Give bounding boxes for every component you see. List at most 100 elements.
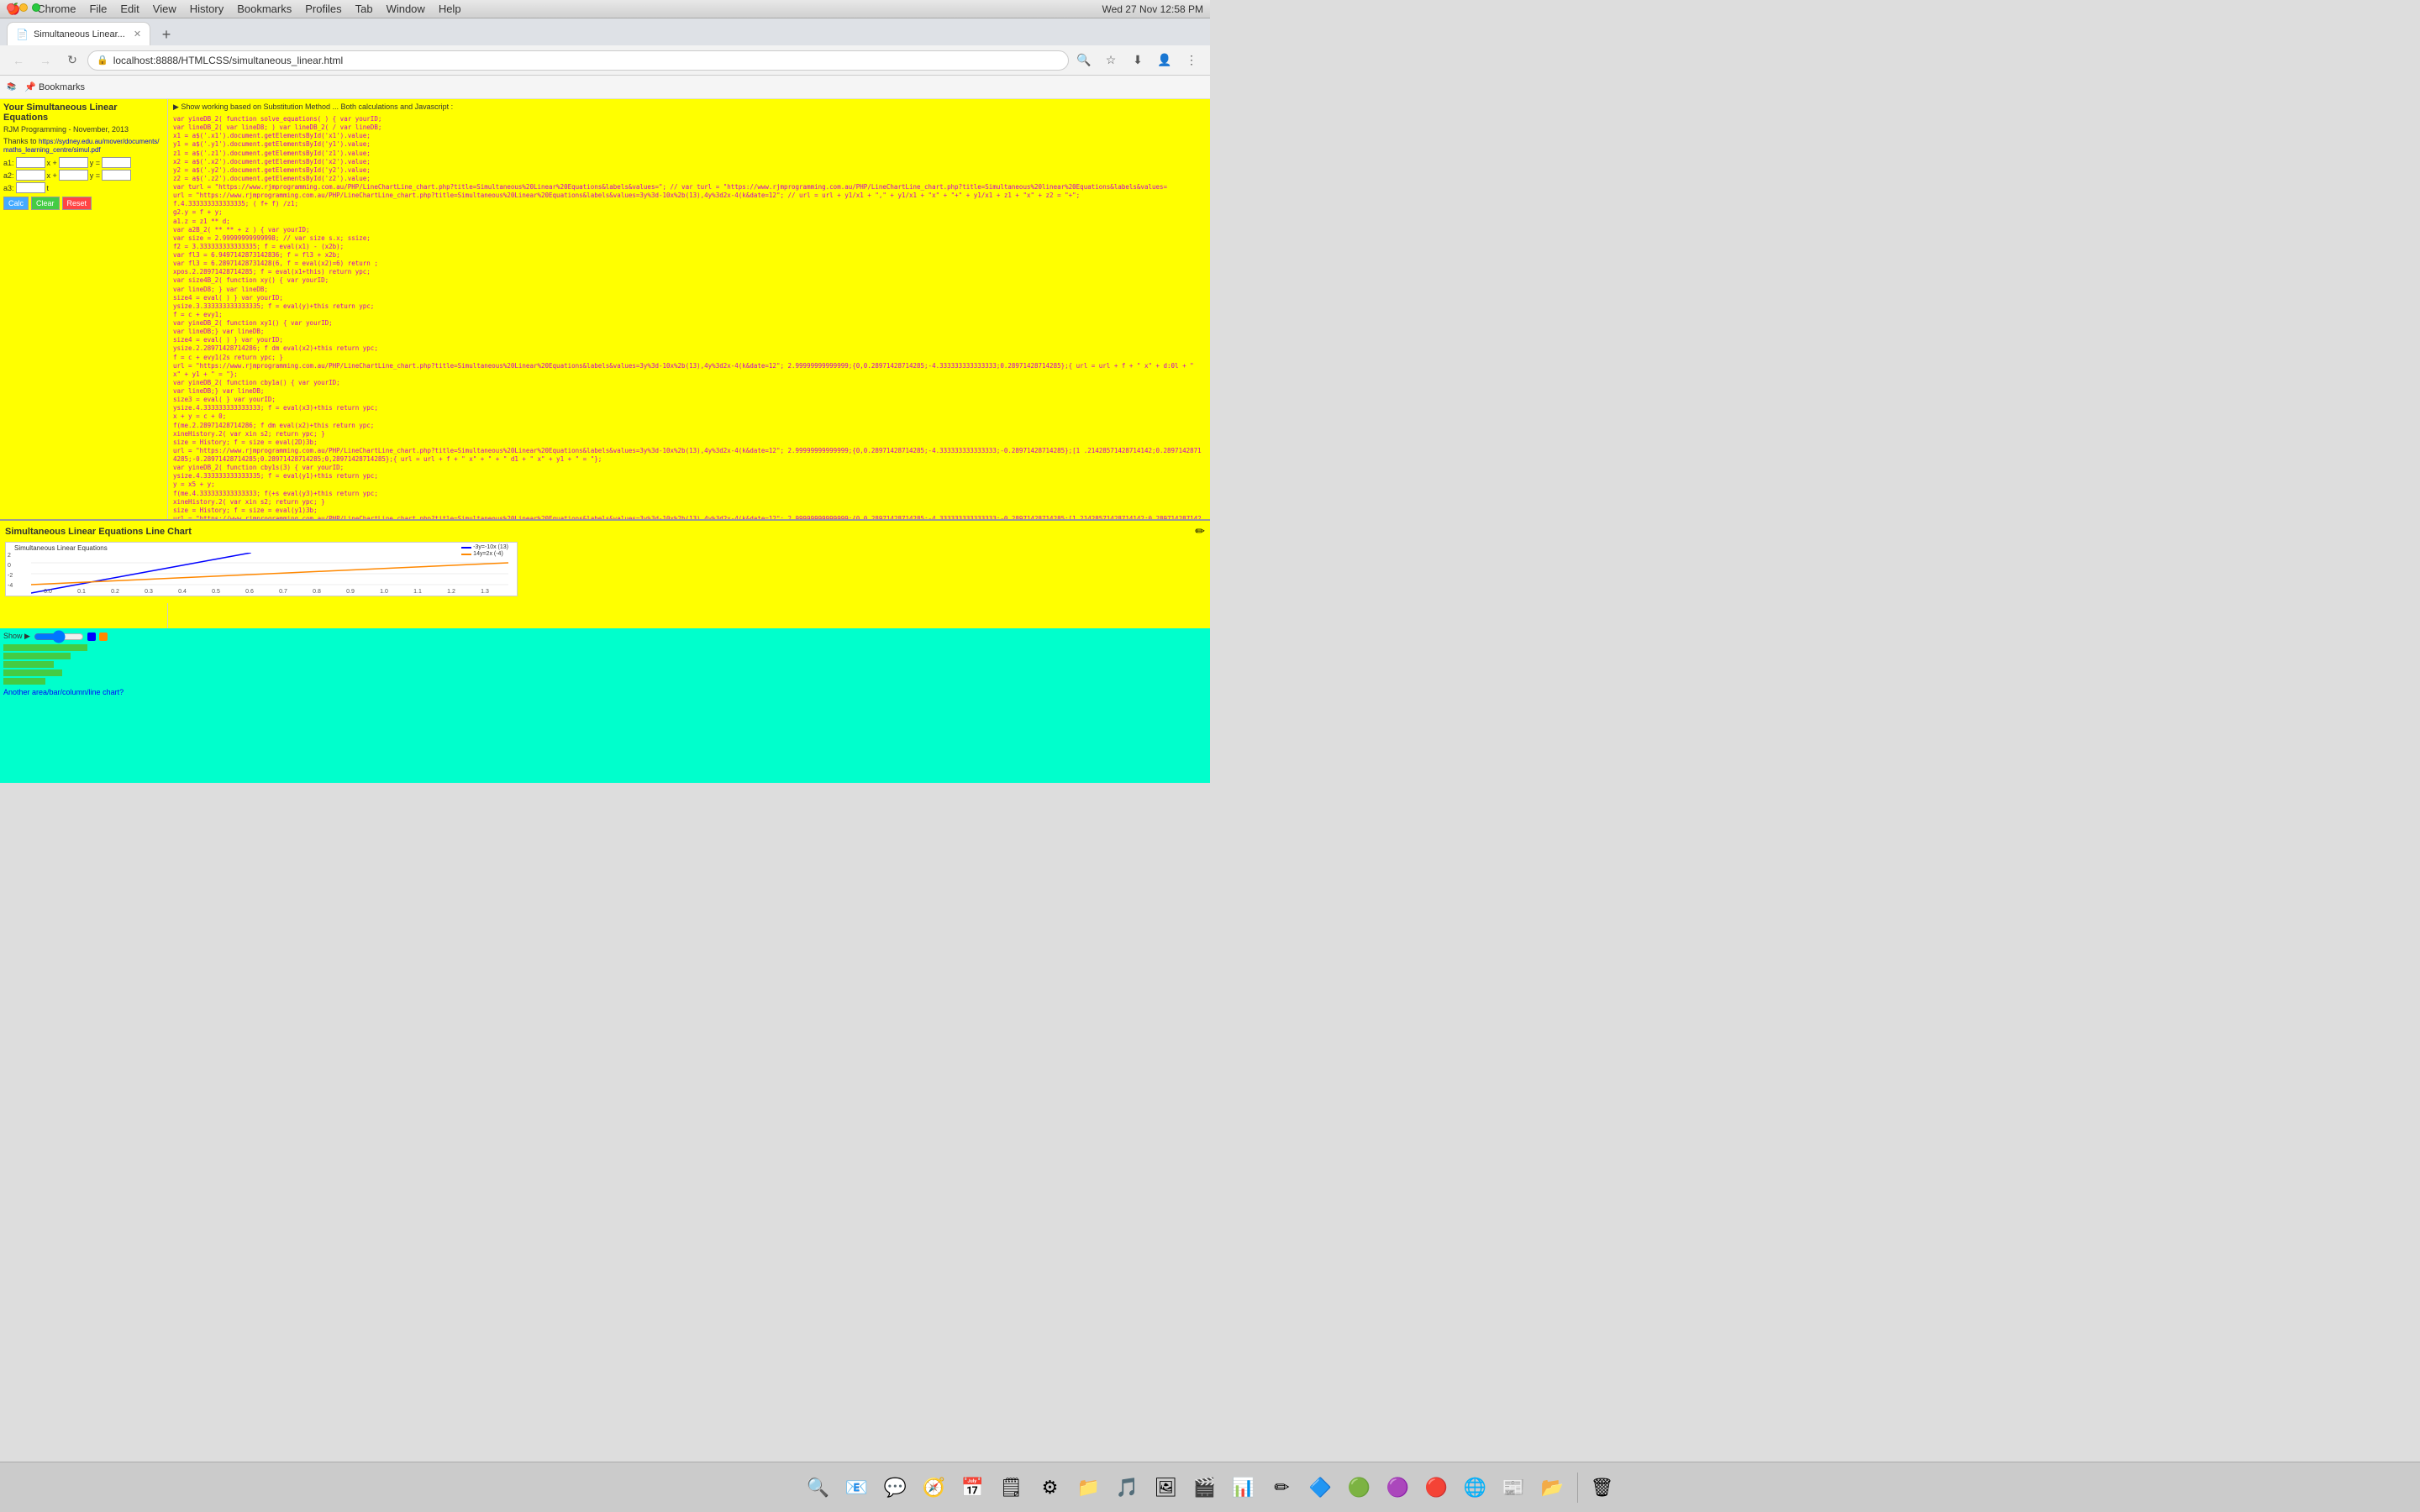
dock-item-notes[interactable]: 🗒 — [994, 1470, 1029, 1505]
dock-item-chrome[interactable]: 🌐 — [1458, 1470, 1493, 1505]
bottom-section: Show ▶ Another area/bar/column/line char… — [0, 628, 1210, 783]
dock-item-app3[interactable]: 🟣 — [1381, 1470, 1416, 1505]
dock: 🔍📧💬🧭📅🗒⚙📁🎵🖼🎬📊✏🔷🟢🟣🔴🌐📰📂 🗑 — [0, 1462, 2420, 1512]
slider-row: Show ▶ — [3, 632, 1207, 641]
dock-item-app1[interactable]: 🔷 — [1303, 1470, 1339, 1505]
y-label-n2: -2 — [8, 571, 13, 581]
another-chart-link[interactable]: Another area/bar/column/line chart? — [3, 688, 124, 696]
x-axis-label: 0.6 — [233, 589, 266, 595]
profile-button[interactable]: 👤 — [1153, 49, 1176, 72]
x-axis-label: 1.1 — [401, 589, 434, 595]
menu-bookmarks[interactable]: Bookmarks — [237, 3, 292, 15]
dock-item-finder[interactable]: 🔍 — [801, 1470, 836, 1505]
eq3-s-input[interactable] — [16, 182, 45, 193]
dock-item-app4[interactable]: 🔴 — [1419, 1470, 1455, 1505]
menu-history[interactable]: History — [190, 3, 224, 15]
eq1-x-label: x + — [47, 159, 57, 167]
dock-item-mail[interactable]: 📧 — [839, 1470, 875, 1505]
show-working-label[interactable]: ▶ Show working based on Substitution Met… — [173, 102, 453, 112]
toolbar-icons: 🔍 ☆ ⬇ 👤 ⋮ — [1072, 49, 1203, 72]
x-axis-label: 0.5 — [199, 589, 233, 595]
eq1-y-label: y = — [90, 159, 100, 167]
chart-inner-title: Simultaneous Linear Equations — [14, 544, 108, 552]
eq2-y-label: y = — [90, 171, 100, 180]
green-bar — [3, 661, 54, 668]
eq1-z1-input[interactable] — [102, 157, 131, 168]
bookmark-button[interactable]: ☆ — [1099, 49, 1123, 72]
left-panel-subtitle: RJM Programming - November, 2013 — [3, 125, 164, 134]
eq2-x1-input[interactable] — [16, 170, 45, 181]
dock-item-files[interactable]: 📁 — [1071, 1470, 1107, 1505]
eq1-label: a1: — [3, 159, 14, 167]
menu-tab[interactable]: Tab — [355, 3, 373, 15]
y-axis-labels: 2 0 -2 -4 — [8, 551, 13, 591]
x-axis-label: 0.7 — [266, 589, 300, 595]
menu-view[interactable]: View — [153, 3, 176, 15]
x-axis-label: 0.0 — [31, 589, 65, 595]
dock-item-imovie[interactable]: 🎬 — [1187, 1470, 1223, 1505]
y-label-2: 2 — [8, 551, 13, 561]
eq3-t-label: t — [47, 184, 50, 192]
dock-item-messages[interactable]: 💬 — [878, 1470, 913, 1505]
reset-button[interactable]: Reset — [62, 197, 92, 210]
new-tab-button[interactable]: + — [155, 24, 177, 45]
show-working-bar: ▶ Show working based on Substitution Met… — [173, 102, 1205, 112]
eq2-y1-input[interactable] — [59, 170, 88, 181]
dock-item-photos[interactable]: 🖼 — [1149, 1470, 1184, 1505]
minimize-button[interactable] — [19, 3, 28, 12]
menu-file[interactable]: File — [89, 3, 107, 15]
code-panel: ▶ Show working based on Substitution Met… — [168, 99, 1210, 519]
dock-item-settings[interactable]: ⚙ — [1033, 1470, 1068, 1505]
close-button[interactable] — [7, 3, 15, 12]
bookmark-item[interactable]: 📌 Bookmarks — [21, 80, 88, 94]
dock-item-music[interactable]: 🎵 — [1110, 1470, 1145, 1505]
refresh-button[interactable]: ↻ — [60, 49, 84, 72]
titlebar: 🍎 Chrome File Edit View History Bookmark… — [0, 0, 1210, 18]
more-button[interactable]: ⋮ — [1180, 49, 1203, 72]
menu-chrome[interactable]: Chrome — [37, 3, 76, 15]
forward-button[interactable]: → — [34, 49, 57, 72]
color-swatch-1 — [87, 633, 96, 641]
dock-item-safari[interactable]: 🧭 — [917, 1470, 952, 1505]
legend-label-1: -3y=-10x (13) — [473, 544, 508, 550]
eq2-label: a2: — [3, 171, 14, 180]
chart-title-row: Simultaneous Linear Equations Line Chart… — [5, 524, 1205, 538]
dock-item-trash[interactable]: 🗑 — [1585, 1470, 1620, 1505]
dock-item-numbers[interactable]: 📊 — [1226, 1470, 1261, 1505]
back-button[interactable]: ← — [7, 49, 30, 72]
button-row: Calc Clear Reset — [3, 197, 164, 210]
chart-section: Simultaneous Linear Equations Line Chart… — [0, 519, 1210, 603]
menu-edit[interactable]: Edit — [120, 3, 139, 15]
dock-item-calendar[interactable]: 📅 — [955, 1470, 991, 1505]
dock-item-app2[interactable]: 🟢 — [1342, 1470, 1377, 1505]
legend-line-1 — [461, 547, 471, 549]
menu-window[interactable]: Window — [387, 3, 425, 15]
pencil-icon[interactable]: ✏ — [1195, 524, 1205, 538]
dock-separator — [1577, 1473, 1578, 1503]
tab-close-button[interactable]: ✕ — [134, 29, 141, 39]
eq1-x1-input[interactable] — [16, 157, 45, 168]
y-label-n4: -4 — [8, 581, 13, 591]
slider-input[interactable] — [34, 633, 84, 641]
menu-profiles[interactable]: Profiles — [305, 3, 341, 15]
maximize-button[interactable] — [32, 3, 40, 12]
zoom-button[interactable]: 🔍 — [1072, 49, 1096, 72]
thanks-text: Thanks to https://sydney.edu.au/mover/do… — [3, 137, 164, 154]
dock-item-reader[interactable]: 📰 — [1497, 1470, 1532, 1505]
download-button[interactable]: ⬇ — [1126, 49, 1150, 72]
eq2-z1-input[interactable] — [102, 170, 131, 181]
tab-favicon: 📄 — [16, 29, 29, 40]
y-label-0: 0 — [8, 561, 13, 571]
address-bar[interactable]: 🔒 localhost:8888/HTMLCSS/simultaneous_li… — [87, 50, 1069, 71]
eq1-y1-input[interactable] — [59, 157, 88, 168]
menu-help[interactable]: Help — [439, 3, 461, 15]
x-axis-label: 0.9 — [334, 589, 367, 595]
clear-button[interactable]: Clear — [31, 197, 60, 210]
bookmarks-label: 📚 — [7, 82, 16, 92]
green-bar — [3, 644, 87, 651]
browser-tab-1[interactable]: 📄 Simultaneous Linear... ✕ — [7, 22, 150, 45]
calc-button[interactable]: Calc — [3, 197, 29, 210]
another-link-container: Another area/bar/column/line chart? — [3, 688, 1207, 696]
dock-item-sketch[interactable]: ✏ — [1265, 1470, 1300, 1505]
dock-item-folder[interactable]: 📂 — [1535, 1470, 1570, 1505]
